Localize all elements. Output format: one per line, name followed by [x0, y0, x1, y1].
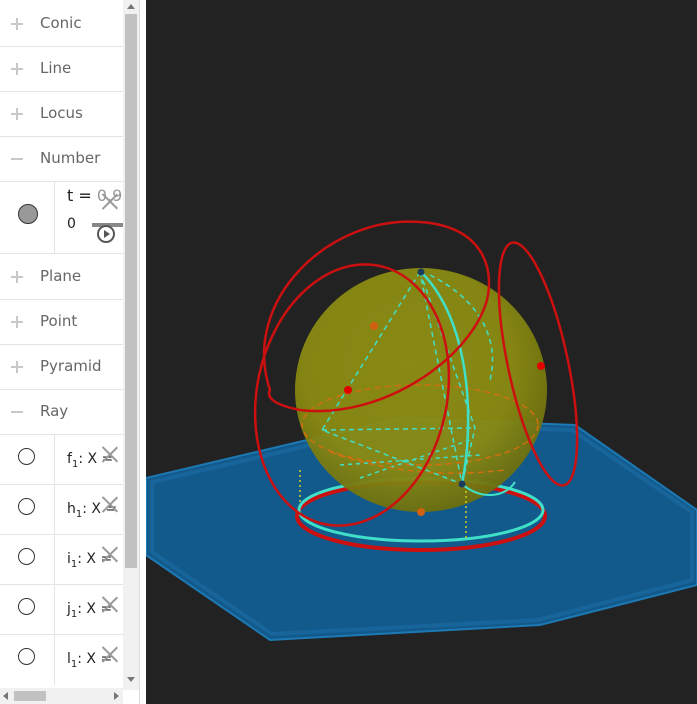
delete-icon[interactable] — [101, 193, 118, 210]
horizontal-scrollbar[interactable] — [0, 688, 123, 704]
expand-plus-icon[interactable] — [10, 107, 24, 121]
play-icon[interactable] — [97, 225, 115, 243]
visibility-circle-icon[interactable] — [18, 598, 35, 615]
expand-plus-icon[interactable] — [10, 17, 24, 31]
expand-plus-icon[interactable] — [10, 360, 24, 374]
number-item-t[interactable]: t = 0.9 0 — [0, 182, 123, 254]
point-red[interactable] — [344, 386, 352, 394]
scroll-left-arrow-icon[interactable] — [3, 692, 8, 700]
visibility-toggle[interactable] — [0, 585, 55, 634]
group-label: Plane — [40, 267, 82, 285]
point-red[interactable] — [537, 362, 545, 370]
visibility-toggle[interactable] — [0, 182, 55, 253]
delete-icon[interactable] — [101, 496, 118, 513]
group-pyramid[interactable]: Pyramid — [0, 345, 123, 390]
group-label: Number — [40, 149, 101, 167]
visibility-circle-icon[interactable] — [18, 648, 35, 665]
view-divider[interactable] — [139, 0, 146, 704]
number-equals: = — [73, 186, 97, 205]
point-orange[interactable] — [370, 322, 378, 330]
group-number[interactable]: Number — [0, 137, 123, 182]
visibility-toggle[interactable] — [0, 635, 55, 685]
point-dark[interactable] — [458, 480, 466, 488]
visibility-toggle[interactable] — [0, 485, 55, 534]
ray-item-h1[interactable]: h1: X = — [0, 485, 123, 535]
expand-plus-icon[interactable] — [10, 270, 24, 284]
scroll-right-arrow-icon[interactable] — [114, 692, 119, 700]
group-label: Ray — [40, 402, 69, 420]
scroll-up-arrow-icon[interactable] — [127, 4, 135, 9]
ray-item-i1[interactable]: i1: X = — [0, 535, 123, 585]
visibility-toggle[interactable] — [0, 535, 55, 584]
ray-name: h — [67, 501, 76, 517]
group-label: Conic — [40, 14, 82, 32]
vertical-scrollbar[interactable] — [123, 0, 139, 690]
slider-min: 0 — [67, 216, 76, 232]
algebra-view: Conic Line Locus Number t = 0.9 0 Plane … — [0, 0, 139, 704]
visibility-circle-icon[interactable] — [18, 448, 35, 465]
group-ray[interactable]: Ray — [0, 390, 123, 435]
collapse-minus-icon[interactable] — [10, 152, 24, 166]
point-orange[interactable] — [417, 508, 425, 516]
group-label: Pyramid — [40, 357, 102, 375]
visibility-circle-icon[interactable] — [18, 498, 35, 515]
delete-icon[interactable] — [101, 646, 118, 663]
collapse-minus-icon[interactable] — [10, 405, 24, 419]
delete-icon[interactable] — [101, 446, 118, 463]
group-plane[interactable]: Plane — [0, 255, 123, 300]
group-label: Point — [40, 312, 78, 330]
group-label: Line — [40, 59, 72, 77]
ray-item-f1[interactable]: f1: X = — [0, 435, 123, 485]
visibility-dot-icon[interactable] — [18, 204, 38, 224]
group-point[interactable]: Point — [0, 300, 123, 345]
expand-plus-icon[interactable] — [10, 315, 24, 329]
delete-icon[interactable] — [101, 596, 118, 613]
expand-plus-icon[interactable] — [10, 62, 24, 76]
ray-item-j1[interactable]: j1: X = — [0, 585, 123, 635]
group-label: Locus — [40, 104, 83, 122]
visibility-toggle[interactable] — [0, 435, 55, 484]
vertical-scroll-thumb[interactable] — [125, 14, 137, 568]
horizontal-scroll-thumb[interactable] — [14, 691, 46, 701]
graphics-3d-view[interactable] — [146, 0, 697, 704]
group-locus[interactable]: Locus — [0, 92, 123, 137]
scroll-down-arrow-icon[interactable] — [127, 677, 135, 682]
point-dark[interactable] — [417, 268, 425, 276]
group-line[interactable]: Line — [0, 47, 123, 92]
group-conic[interactable]: Conic — [0, 2, 123, 47]
delete-icon[interactable] — [101, 546, 118, 563]
visibility-circle-icon[interactable] — [18, 548, 35, 565]
ray-item-l1[interactable]: l1: X = — [0, 635, 123, 685]
scene-3d[interactable] — [146, 0, 697, 704]
